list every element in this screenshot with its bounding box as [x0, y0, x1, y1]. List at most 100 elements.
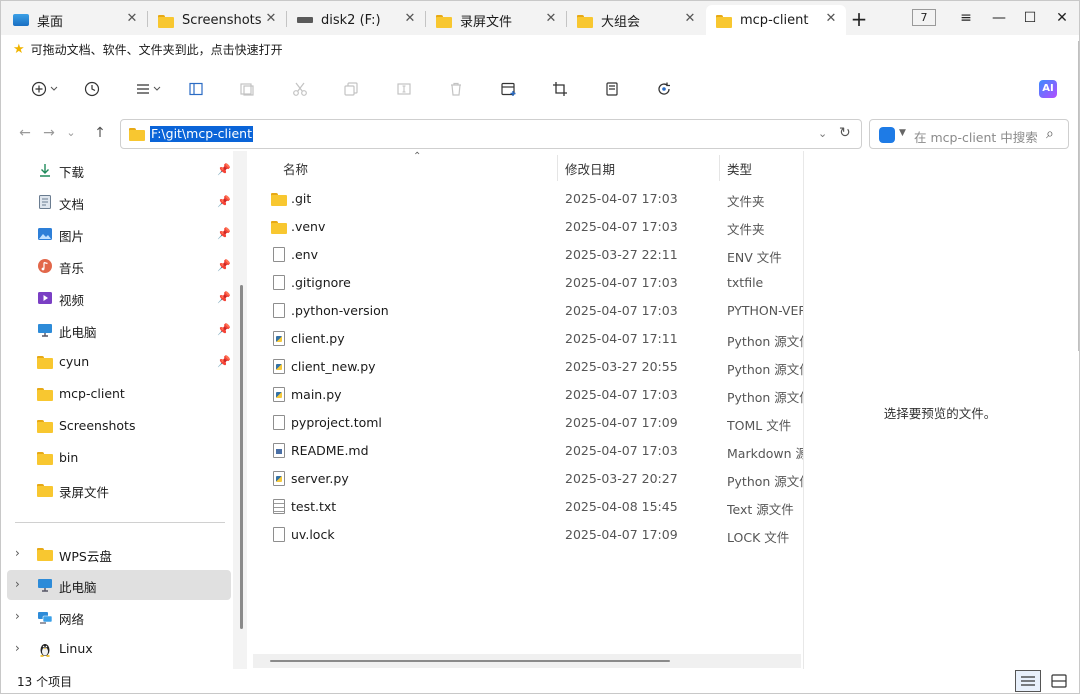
tab-screenshots[interactable]: Screenshots ✕	[148, 5, 286, 35]
pin-icon[interactable]: 📌	[217, 163, 231, 176]
compress-button[interactable]	[598, 76, 626, 102]
tab-group-meeting[interactable]: 大组会 ✕	[567, 5, 705, 35]
search-engine-icon[interactable]	[879, 127, 895, 143]
scissors-icon	[293, 82, 307, 96]
pin-icon[interactable]: 📌	[217, 355, 231, 368]
tab-count-badge[interactable]: 7	[912, 9, 936, 26]
column-divider[interactable]	[557, 155, 558, 181]
table-row[interactable]: pyproject.toml 2025-04-07 17:09 TOML 文件	[267, 409, 801, 437]
table-row[interactable]: .venv 2025-04-07 17:03 文件夹	[267, 213, 801, 241]
scrollbar-thumb[interactable]	[270, 660, 670, 662]
chevron-down-icon[interactable]: ⌄	[818, 127, 827, 140]
folder-icon	[271, 221, 287, 237]
delete-button[interactable]	[442, 76, 470, 102]
search-icon[interactable]: ⌕	[1046, 126, 1054, 142]
sync-button[interactable]	[650, 76, 678, 102]
chevron-right-icon[interactable]: ›	[15, 546, 20, 560]
pin-icon[interactable]: 📌	[217, 323, 231, 336]
view-menu-button[interactable]	[133, 76, 165, 102]
table-row[interactable]: client.py 2025-04-07 17:11 Python 源文件	[267, 325, 803, 353]
close-icon[interactable]: ✕	[824, 12, 838, 26]
tab-mcp-client[interactable]: mcp-client ✕	[706, 5, 846, 35]
tab-recordings[interactable]: 录屏文件 ✕	[426, 5, 566, 35]
sidebar-item-linux[interactable]: › Linux	[7, 634, 231, 664]
table-row[interactable]: uv.lock 2025-04-07 17:09 LOCK 文件	[267, 521, 801, 549]
ai-assistant-button[interactable]: AI	[1039, 80, 1057, 98]
sidebar-item-mcp-client[interactable]: mcp-client	[7, 379, 231, 409]
chevron-down-icon[interactable]: ▼	[899, 128, 906, 138]
table-row[interactable]: .git 2025-04-07 17:03 文件夹	[267, 185, 801, 213]
sidebar-item-this-pc-quick[interactable]: 此电脑 📌	[7, 315, 231, 345]
refresh-icon[interactable]: ↻	[839, 125, 851, 141]
forward-arrow-icon[interactable]: →	[39, 123, 59, 143]
desktop-icon	[13, 14, 29, 26]
chevron-right-icon[interactable]: ›	[15, 641, 20, 655]
sidebar-item-pictures[interactable]: 图片 📌	[7, 219, 231, 249]
address-path[interactable]: F:\git\mcp-client	[150, 126, 253, 142]
copy-path-button[interactable]	[233, 76, 261, 102]
search-box[interactable]: ▼ 在 mcp-client 中搜索 ⌕	[869, 119, 1069, 149]
table-row[interactable]: server.py 2025-03-27 20:27 Python 源文件	[267, 465, 803, 493]
sidebar-item-screenshots[interactable]: Screenshots	[7, 411, 231, 441]
table-row[interactable]: client_new.py 2025-03-27 20:55 Python 源文…	[267, 353, 803, 381]
pin-icon[interactable]: 📌	[217, 227, 231, 240]
close-icon[interactable]: ✕	[683, 12, 697, 26]
close-icon[interactable]: ✕	[544, 12, 558, 26]
details-pane-button[interactable]	[182, 76, 210, 102]
sidebar-item-network[interactable]: › 网络	[7, 602, 231, 632]
tab-desktop[interactable]: 桌面 ✕	[3, 5, 147, 35]
table-row[interactable]: main.py 2025-04-07 17:03 Python 源文件	[267, 381, 803, 409]
pin-icon[interactable]: 📌	[217, 259, 231, 272]
crop-button[interactable]	[546, 76, 574, 102]
details-view-button[interactable]	[1015, 670, 1041, 692]
file-type: Text 源文件	[727, 502, 794, 517]
sidebar-item-this-pc[interactable]: › 此电脑	[7, 570, 231, 600]
add-to-favorites-button[interactable]	[495, 76, 523, 102]
minimize-button[interactable]: —	[984, 5, 1014, 31]
search-placeholder[interactable]: 在 mcp-client 中搜索	[914, 127, 1038, 146]
sidebar-item-bin[interactable]: bin	[7, 443, 231, 473]
pin-icon[interactable]: 📌	[217, 291, 231, 304]
sidebar-scrollbar[interactable]	[240, 285, 243, 629]
table-row[interactable]: test.txt 2025-04-08 15:45 Text 源文件	[267, 493, 801, 521]
sidebar-item-recordings[interactable]: 录屏文件	[7, 475, 231, 505]
chevron-right-icon[interactable]: ›	[15, 577, 20, 591]
column-header-type[interactable]: 类型	[727, 159, 752, 178]
table-row[interactable]: .python-version 2025-04-07 17:03 PYTHON-…	[267, 297, 803, 325]
back-arrow-icon[interactable]: ←	[15, 123, 35, 143]
sidebar-item-videos[interactable]: 视频 📌	[7, 283, 231, 313]
chevron-right-icon[interactable]: ›	[15, 609, 20, 623]
maximize-button[interactable]: ☐	[1015, 5, 1045, 31]
new-tab-button[interactable]: +	[847, 7, 871, 31]
sidebar-item-downloads[interactable]: 下载 📌	[7, 155, 231, 185]
tiles-view-button[interactable]	[1046, 670, 1072, 692]
sidebar-item-music[interactable]: 音乐 📌	[7, 251, 231, 281]
column-divider[interactable]	[719, 155, 720, 181]
sidebar-item-cyun[interactable]: cyun 📌	[7, 347, 231, 377]
column-header-name[interactable]: 名称	[283, 159, 308, 178]
tab-disk2[interactable]: disk2 (F:) ✕	[287, 5, 425, 35]
horizontal-scrollbar[interactable]	[253, 654, 801, 668]
rename-button[interactable]	[390, 76, 418, 102]
column-header-date[interactable]: 修改日期	[565, 159, 615, 178]
copy-button[interactable]	[337, 76, 365, 102]
table-row[interactable]: .gitignore 2025-04-07 17:03 txtfile	[267, 269, 801, 297]
sidebar-item-documents[interactable]: 文档 📌	[7, 187, 231, 217]
file-date: 2025-04-07 17:03	[565, 191, 678, 206]
close-window-button[interactable]: ✕	[1047, 5, 1077, 31]
cut-button[interactable]	[286, 76, 314, 102]
sidebar-item-wps-cloud[interactable]: › WPS云盘	[7, 539, 231, 569]
up-arrow-icon[interactable]: ↑	[90, 123, 110, 143]
sidebar-item-label: 图片	[59, 229, 85, 244]
recent-locations-chevron-icon[interactable]: ⌄	[61, 123, 81, 143]
close-icon[interactable]: ✕	[403, 12, 417, 26]
table-row[interactable]: .env 2025-03-27 22:11 ENV 文件	[267, 241, 801, 269]
new-item-button[interactable]	[29, 76, 61, 102]
close-icon[interactable]: ✕	[264, 12, 278, 26]
table-row[interactable]: README.md 2025-04-07 17:03 Markdown 源	[267, 437, 803, 465]
pin-icon[interactable]: 📌	[217, 195, 231, 208]
address-bar[interactable]: F:\git\mcp-client ⌄ ↻	[120, 119, 862, 149]
history-button[interactable]	[78, 76, 106, 102]
menu-icon[interactable]: ≡	[951, 5, 981, 31]
close-icon[interactable]: ✕	[125, 12, 139, 26]
